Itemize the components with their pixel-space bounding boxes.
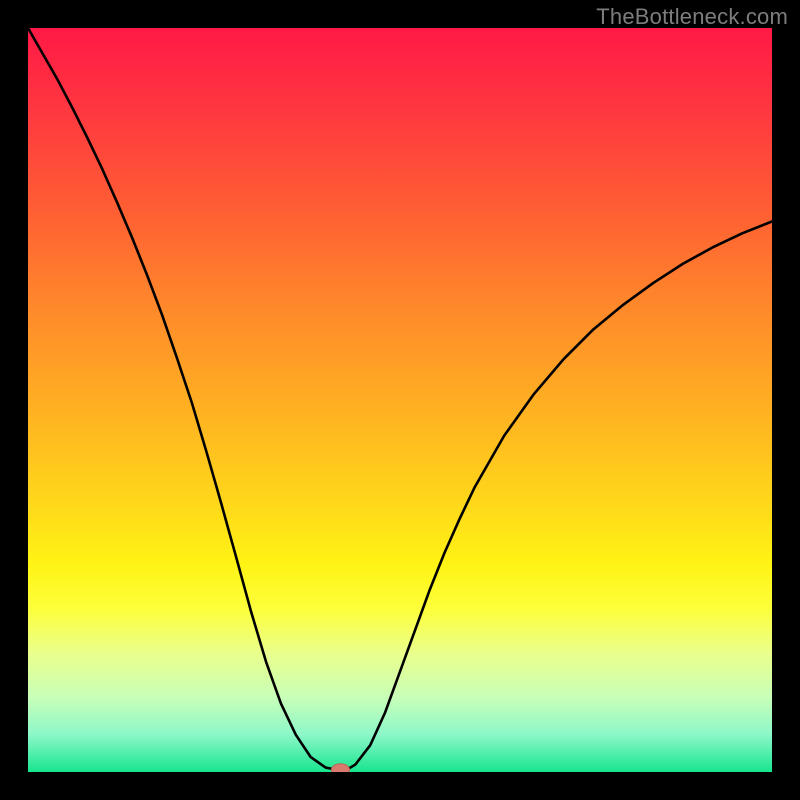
attribution-label: TheBottleneck.com	[596, 4, 788, 30]
curve-path	[28, 28, 772, 770]
chart-frame: TheBottleneck.com	[0, 0, 800, 800]
min-point-marker	[331, 764, 349, 772]
plot-area	[28, 28, 772, 772]
bottleneck-curve	[28, 28, 772, 772]
